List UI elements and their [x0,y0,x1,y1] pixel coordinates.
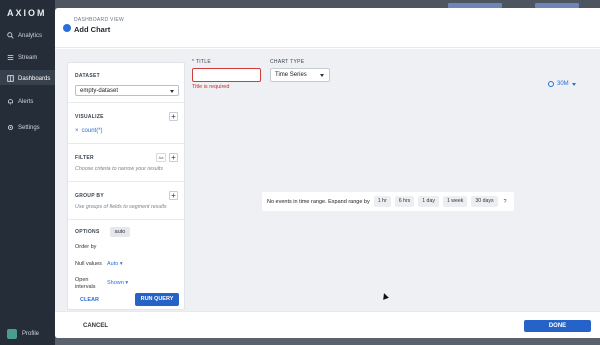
cancel-button[interactable]: CANCEL [83,323,108,329]
search-icon [7,32,14,39]
nav-item-settings[interactable]: Settings [7,124,40,131]
stream-icon [7,54,14,61]
dataset-label: DATASET [75,73,100,79]
add-filter-button[interactable]: + [169,153,178,162]
profile-link[interactable]: Profile [7,329,39,339]
expand-range-button[interactable]: 1 week [442,196,468,207]
avatar [7,329,17,339]
time-range-value: 30M [557,81,569,87]
dashboard-icon [7,75,14,82]
nav-label: Analytics [18,32,43,39]
modal-footer: CANCEL DONE [55,311,600,338]
visualize-section: VISUALIZE + × count(*) [68,103,184,144]
nav-label: Settings [18,124,40,131]
chart-type-label: CHART TYPE [270,59,305,65]
add-chart-modal: DASHBOARD VIEW Add Chart DATASET empty-d… [55,8,600,338]
filter-hint: Choose criteria to narrow your results [75,166,164,172]
visualize-label: VISUALIZE [75,114,104,120]
open-intervals-value: Shown [107,280,124,286]
nav-item-dashboards[interactable]: Dashboards [7,75,50,82]
visualization-label: count(*) [81,128,103,134]
run-query-button[interactable]: RUN QUERY [135,293,179,306]
nav-item-alerts[interactable]: Alerts [7,98,33,105]
gear-icon [7,124,14,131]
null-values-label: Null values [75,261,102,267]
profile-label: Profile [22,331,40,337]
no-events-text: No events in time range. Expand range by [267,198,370,205]
groupby-section: GROUP BY + Use groups of fields to segme… [68,182,184,220]
clock-icon [548,81,554,87]
background-topbar [55,0,600,8]
add-group-button[interactable]: + [169,191,178,200]
groupby-hint: Use groups of fields to segment results [75,204,167,210]
expand-range-button[interactable]: 6 hrs [394,196,415,207]
modal-subtitle: DASHBOARD VIEW [74,17,125,23]
dataset-value: empty-dataset [80,88,119,94]
dataset-section: DATASET empty-dataset [68,63,184,103]
done-button[interactable]: DONE [524,320,591,332]
open-intervals-label-2: intervals [75,284,96,290]
nav-label: Alerts [18,98,34,105]
title-input[interactable] [192,68,261,82]
modal-body: DATASET empty-dataset VISUALIZE + × coun… [55,49,600,311]
dataset-select[interactable]: empty-dataset [75,85,179,96]
add-chart-icon [63,24,71,32]
no-events-message: No events in time range. Expand range by… [262,192,514,211]
filter-section: FILTER Aa + Choose criteria to narrow yo… [68,144,184,182]
order-by-button[interactable]: auto [110,227,130,237]
axiom-logo: AXIOM [7,8,47,18]
title-error: Title is required [192,84,230,90]
expand-range-button[interactable]: 1 hr [373,196,391,207]
time-range-picker[interactable]: 30M [548,81,576,87]
modal-header: DASHBOARD VIEW Add Chart [55,8,600,48]
open-intervals-label-1: Open [75,277,89,283]
clear-button[interactable]: CLEAR [80,297,99,303]
groupby-label: GROUP BY [75,193,104,199]
order-by-label: Order by [75,244,97,250]
app-sidebar: AXIOM Analytics Stream Dashboards Alerts… [0,0,55,345]
visualization-chip[interactable]: × count(*) [75,128,103,134]
null-values-value: Auto [107,261,119,267]
title-label: * TITLE [192,59,211,65]
chart-type-value: Time Series [275,72,307,78]
chart-type-select[interactable]: Time Series [270,68,330,82]
modal-title: Add Chart [74,25,111,34]
query-config-panel: DATASET empty-dataset VISUALIZE + × coun… [67,62,185,310]
nav-label: Dashboards [18,75,51,82]
remove-icon[interactable]: × [75,128,79,134]
case-sensitivity-toggle[interactable]: Aa [156,153,166,162]
bell-icon [8,99,13,105]
expand-range-button[interactable]: 30 days [471,196,498,207]
chevron-down-icon [320,74,324,77]
help-icon[interactable]: ? [504,199,507,205]
open-intervals-select[interactable]: Shown ▾ [107,280,128,286]
filter-label: FILTER [75,155,94,161]
expand-range-button[interactable]: 1 day [418,196,439,207]
nav-label: Stream [18,54,38,61]
options-label: OPTIONS [75,229,100,235]
chevron-down-icon [170,90,174,93]
chevron-down-icon [571,82,576,86]
add-visualization-button[interactable]: + [169,112,178,121]
null-values-select[interactable]: Auto ▾ [107,261,123,267]
nav-item-stream[interactable]: Stream [7,54,37,61]
nav-item-analytics[interactable]: Analytics [7,32,42,39]
